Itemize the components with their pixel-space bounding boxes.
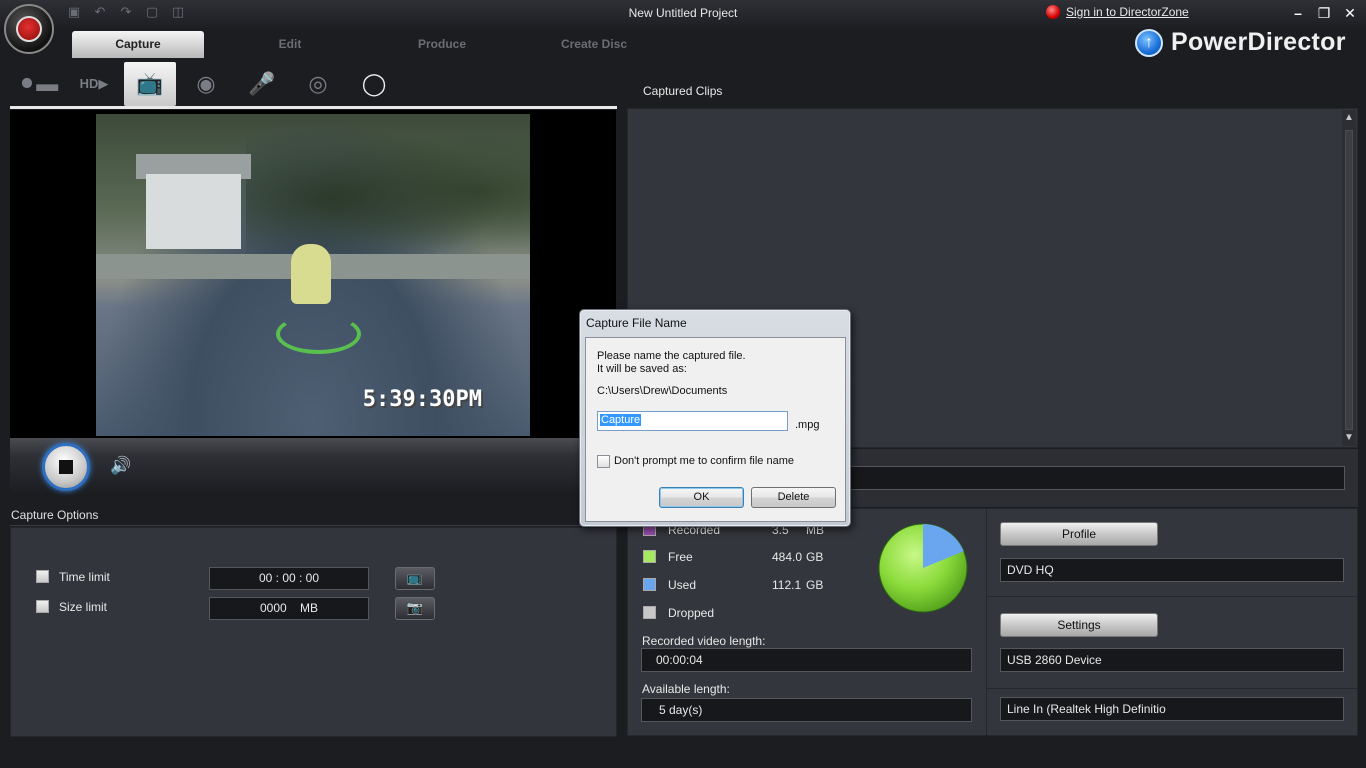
legend-dropped-label: Dropped xyxy=(668,606,715,620)
time-limit-checkbox[interactable] xyxy=(36,570,49,583)
redo-icon[interactable]: ↷ xyxy=(118,4,134,20)
toolbar-underline xyxy=(10,106,617,109)
dialog-line1: Please name the captured file. xyxy=(597,350,746,362)
video-timestamp: 5:39:30PM xyxy=(362,387,482,412)
size-limit-checkbox[interactable] xyxy=(36,600,49,613)
signin-area: Sign in to DirectorZone xyxy=(1046,5,1189,19)
webcam-icon[interactable]: ◉ xyxy=(180,62,232,106)
player-bar xyxy=(10,438,616,496)
recorded-length-label: Recorded video length: xyxy=(642,634,766,648)
tv-schedule-button[interactable]: 📺 xyxy=(395,567,435,590)
camcorder-icon[interactable]: ⚫▬ xyxy=(12,62,64,106)
brand-name: PowerDirector xyxy=(1171,28,1346,56)
save-icon[interactable]: ▣ xyxy=(66,4,82,20)
legend-free-label: Free xyxy=(668,550,693,564)
tab-create-disc[interactable]: Create Disc xyxy=(528,31,660,58)
size-limit-label: Size limit xyxy=(59,600,108,614)
hd-camcorder-icon[interactable]: HD▶ xyxy=(68,62,120,106)
capture-options-title: Capture Options xyxy=(11,508,99,522)
dont-prompt-checkbox[interactable] xyxy=(597,455,610,468)
video-frame: 5:39:30PM xyxy=(96,114,530,436)
legend-used-value: 112.1 xyxy=(772,578,802,592)
profile-button[interactable]: Profile xyxy=(1000,522,1158,546)
new-file-icon[interactable]: ▢ xyxy=(144,4,160,20)
clips-scrollbar[interactable]: ▲ ▼ xyxy=(1342,110,1356,446)
dialog-line2: It will be saved as: xyxy=(597,363,687,375)
stop-icon xyxy=(59,460,73,474)
signin-link[interactable]: Sign in to DirectorZone xyxy=(1066,5,1189,19)
status-dot-icon xyxy=(1046,5,1060,19)
tab-capture[interactable]: Capture xyxy=(72,31,204,58)
scroll-up-icon[interactable]: ▲ xyxy=(1343,112,1355,124)
open-folder-icon[interactable]: ◫ xyxy=(170,4,186,20)
settings-button[interactable]: Settings xyxy=(1000,613,1158,637)
scroll-thumb[interactable] xyxy=(1345,130,1353,430)
side-separator xyxy=(987,596,1358,597)
legend-free-value: 484.0 xyxy=(772,550,803,564)
filename-input[interactable]: Capture xyxy=(597,411,788,431)
video-device-field[interactable]: USB 2860 Device xyxy=(1000,648,1344,672)
legend-dropped-swatch xyxy=(643,606,656,619)
tv-capture-icon[interactable]: 📺 xyxy=(124,62,176,106)
dont-prompt-label: Don't prompt me to confirm file name xyxy=(614,455,795,467)
scroll-down-icon[interactable]: ▼ xyxy=(1343,432,1355,444)
tab-edit[interactable]: Edit xyxy=(224,31,356,58)
restore-icon[interactable]: ❐ xyxy=(1316,5,1332,21)
captured-clips-header: Captured Clips xyxy=(643,84,723,98)
disk-usage-pie xyxy=(878,523,968,613)
minimize-icon[interactable]: – xyxy=(1290,5,1306,21)
dialog-title: Capture File Name xyxy=(586,316,687,330)
legend-used-swatch xyxy=(643,578,656,591)
file-extension: .mpg xyxy=(795,419,820,431)
capture-device-toolbar: ⚫▬ HD▶ 📺 ◉ 🎤 ◎ ◯ xyxy=(10,62,617,108)
profile-field[interactable]: DVD HQ xyxy=(1000,558,1344,582)
stop-record-button[interactable] xyxy=(42,443,90,491)
capture-file-name-dialog: Capture File Name Please name the captur… xyxy=(579,309,851,527)
time-limit-label: Time limit xyxy=(59,570,110,584)
time-limit-field[interactable]: 00 : 00 : 00 xyxy=(209,567,369,590)
volume-icon[interactable]: 🔊 xyxy=(110,456,131,476)
window-controls: – ❐ ✕ xyxy=(1290,5,1358,21)
available-length-label: Available length: xyxy=(642,682,730,696)
close-icon[interactable]: ✕ xyxy=(1342,5,1358,21)
ok-button[interactable]: OK xyxy=(659,487,744,508)
upgrade-arrow-icon[interactable]: ↑ xyxy=(1135,28,1163,57)
app-logo-icon[interactable] xyxy=(4,4,54,54)
capture-options-panel xyxy=(10,527,617,737)
project-title: New Untitled Project xyxy=(628,6,738,20)
dvd-icon[interactable]: ◯ xyxy=(348,62,400,106)
audio-device-field[interactable]: Line In (Realtek High Definitio xyxy=(1000,697,1344,721)
side-separator xyxy=(987,688,1358,689)
available-length-field: 5 day(s) xyxy=(641,698,972,722)
undo-icon[interactable]: ↶ xyxy=(92,4,108,20)
cd-audio-icon[interactable]: ◎ xyxy=(292,62,344,106)
filename-selected-text: Capture xyxy=(600,414,642,426)
dialog-path: C:\Users\Drew\Documents xyxy=(597,385,728,397)
size-limit-field[interactable]: 0000 MB xyxy=(209,597,369,620)
brand: ↑ PowerDirector xyxy=(1135,28,1346,57)
snapshot-camera-button[interactable]: 📷 xyxy=(395,597,435,620)
legend-free-unit: GB xyxy=(806,550,824,564)
dialog-body: Please name the captured file. It will b… xyxy=(585,337,846,522)
legend-used-label: Used xyxy=(668,578,697,592)
delete-button[interactable]: Delete xyxy=(751,487,836,508)
tab-produce[interactable]: Produce xyxy=(376,31,508,58)
quick-toolbar: ▣ ↶ ↷ ▢ ◫ xyxy=(66,4,186,22)
legend-free-swatch xyxy=(643,550,656,563)
stats-divider xyxy=(986,508,987,736)
legend-used-unit: GB xyxy=(806,578,824,592)
microphone-icon[interactable]: 🎤 xyxy=(236,62,288,106)
recorded-length-field: 00:00:04 xyxy=(641,648,972,672)
capture-options-header: Capture Options xyxy=(10,504,617,526)
